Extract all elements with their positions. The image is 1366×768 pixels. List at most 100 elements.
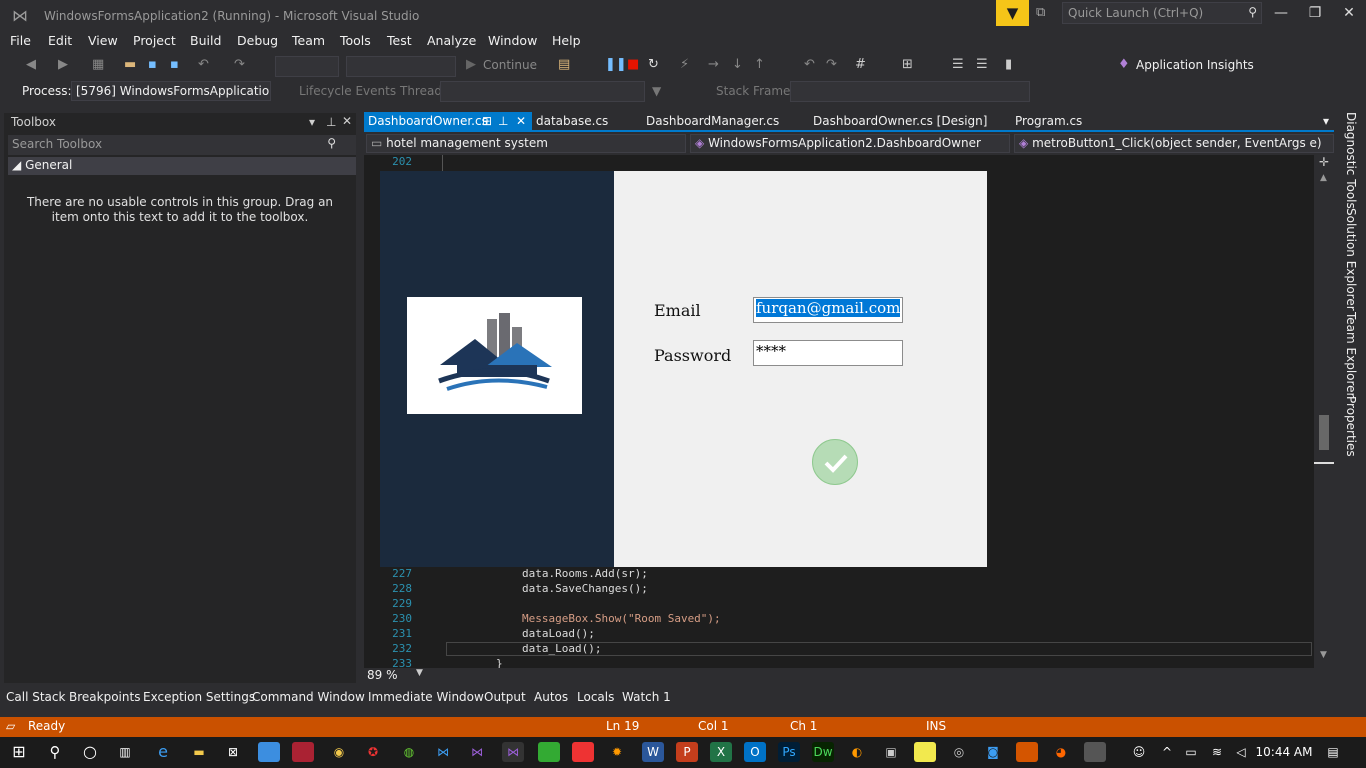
windows-start-icon[interactable]: ⊞ — [8, 742, 30, 762]
chevron-up-icon[interactable]: ^ — [1156, 742, 1178, 762]
tab-dashboardowner-design[interactable]: DashboardOwner.cs [Design] — [809, 112, 991, 132]
powerpoint-icon[interactable]: P — [676, 742, 698, 762]
app-icon[interactable] — [1084, 742, 1106, 762]
store-icon[interactable]: ⊠ — [222, 742, 244, 762]
tab-call-stack[interactable]: Call Stack — [6, 690, 65, 704]
indent-icon[interactable]: ☰ — [952, 57, 964, 72]
bookmark-icon[interactable]: ▮ — [1005, 57, 1012, 72]
filter-icon[interactable]: ▼ — [652, 84, 661, 98]
pin-icon[interactable]: ⊥ — [326, 115, 336, 129]
platform-combo[interactable] — [346, 56, 456, 77]
lifecycle-events-combo[interactable]: Lifecycle Events — [299, 84, 396, 98]
excel-icon[interactable]: X — [710, 742, 732, 762]
app-icon[interactable] — [1016, 742, 1038, 762]
continue-button[interactable]: Continue — [483, 58, 537, 72]
menu-analyze[interactable]: Analyze — [427, 33, 476, 48]
tab-dashboardowner-cs[interactable]: DashboardOwner.cs ⊞ ⊥ ✕ — [364, 112, 532, 132]
feedback-filter-icon[interactable]: ▼ — [996, 0, 1029, 26]
dreamweaver-icon[interactable]: Dw — [812, 742, 834, 762]
action-center-icon[interactable]: ▤ — [1322, 742, 1344, 762]
step-into-icon[interactable]: ↓ — [732, 57, 743, 72]
new-project-icon[interactable]: ▦ — [92, 57, 104, 72]
member-combo[interactable]: ◈ metroButton1_Click(object sender, Even… — [1014, 134, 1334, 153]
undo-icon[interactable]: ↶ — [198, 57, 209, 72]
battery-icon[interactable]: ▭ — [1180, 742, 1202, 762]
keep-open-icon[interactable]: ⊞ — [482, 114, 492, 128]
app-icon[interactable] — [258, 742, 280, 762]
back-icon[interactable]: ◀ — [26, 57, 36, 72]
menu-view[interactable]: View — [88, 33, 118, 48]
tab-breakpoints[interactable]: Breakpoints — [69, 690, 140, 704]
break-all-icon[interactable]: ❚❚ — [605, 57, 627, 72]
hex-icon[interactable]: # — [855, 57, 866, 72]
menu-help[interactable]: Help — [552, 33, 581, 48]
menu-file[interactable]: File — [10, 33, 31, 48]
tab-immediate-window[interactable]: Immediate Window — [368, 690, 484, 704]
tab-solution-explorer[interactable]: Solution Explorer — [1344, 208, 1358, 311]
volume-icon[interactable]: ◁ — [1230, 742, 1252, 762]
app-icon[interactable]: ✹ — [606, 742, 628, 762]
menu-project[interactable]: Project — [133, 33, 176, 48]
restart-icon[interactable]: ↻ — [648, 57, 659, 72]
redo-icon[interactable]: ↷ — [234, 57, 245, 72]
minimize-button[interactable]: — — [1266, 5, 1296, 21]
menu-debug[interactable]: Debug — [237, 33, 278, 48]
tab-locals[interactable]: Locals — [577, 690, 614, 704]
login-button[interactable] — [812, 439, 858, 485]
zoom-level-combo[interactable]: 89 % — [367, 668, 398, 682]
pin-tab-icon[interactable]: ⊥ — [498, 114, 508, 128]
close-tab-icon[interactable]: ✕ — [516, 114, 526, 128]
visual-studio-icon[interactable]: ⋈ — [466, 742, 488, 762]
wifi-icon[interactable]: ≋ — [1206, 742, 1228, 762]
word-icon[interactable]: W — [642, 742, 664, 762]
thread-combo[interactable] — [440, 81, 645, 102]
app-icon[interactable]: ◉ — [328, 742, 350, 762]
save-all-icon[interactable]: ▪ — [170, 57, 179, 72]
step-out-icon[interactable]: ↑ — [754, 57, 765, 72]
hot-reload-icon[interactable]: ⚡ — [680, 57, 689, 72]
nav-back-icon[interactable]: ↶ — [804, 57, 815, 72]
close-button[interactable]: ✕ — [1334, 5, 1364, 21]
configuration-combo[interactable] — [275, 56, 339, 77]
quick-launch-input[interactable]: Quick Launch (Ctrl+Q) ⚲ — [1062, 2, 1262, 24]
menu-test[interactable]: Test — [387, 33, 412, 48]
editor-vertical-scrollbar[interactable]: ✛ ▲ ▼ — [1314, 155, 1334, 668]
stop-debugging-icon[interactable]: ■ — [627, 57, 639, 72]
stack-frame-combo[interactable] — [790, 81, 1030, 102]
tab-diagnostic-tools[interactable]: Diagnostic Tools — [1344, 112, 1358, 209]
outdent-icon[interactable]: ☰ — [976, 57, 988, 72]
application-insights-button[interactable]: Application Insights — [1136, 58, 1254, 72]
photoshop-icon[interactable]: Ps — [778, 742, 800, 762]
people-icon[interactable]: ☺ — [1128, 742, 1150, 762]
chevron-down-icon[interactable]: ▼ — [416, 668, 423, 678]
scroll-up-icon[interactable]: ▲ — [1320, 173, 1327, 183]
app-icon[interactable] — [292, 742, 314, 762]
clock[interactable]: 10:44 AM — [1254, 742, 1314, 762]
toolbox-search-input[interactable]: Search Toolbox ⚲ — [8, 135, 356, 155]
cortana-icon[interactable]: ○ — [79, 742, 101, 762]
app-icon[interactable]: ◐ — [846, 742, 868, 762]
sticky-notes-icon[interactable] — [914, 742, 936, 762]
tab-list-icon[interactable]: ▾ — [1319, 112, 1333, 132]
toolbox-group-general[interactable]: ◢ General — [8, 157, 356, 175]
tab-output[interactable]: Output — [484, 690, 526, 704]
tab-dashboardmanager-cs[interactable]: DashboardManager.cs — [642, 112, 783, 132]
scroll-thumb[interactable] — [1319, 415, 1329, 450]
nav-forward-icon[interactable]: ↷ — [826, 57, 837, 72]
firefox-icon[interactable]: ◕ — [1050, 742, 1072, 762]
dropdown-icon[interactable]: ▾ — [309, 115, 315, 129]
app-icon[interactable] — [572, 742, 594, 762]
vscode-icon[interactable]: ⋈ — [432, 742, 454, 762]
scroll-down-icon[interactable]: ▼ — [1320, 650, 1327, 660]
step-over-icon[interactable]: → — [708, 57, 719, 72]
menu-tools[interactable]: Tools — [340, 33, 371, 48]
visual-studio-active-icon[interactable]: ⋈ — [502, 742, 524, 762]
show-threads-icon[interactable]: ⊞ — [902, 57, 913, 72]
outlook-icon[interactable]: O — [744, 742, 766, 762]
email-field[interactable]: furqan@gmail.com — [753, 297, 903, 323]
menu-team[interactable]: Team — [292, 33, 325, 48]
app-icon[interactable]: ▣ — [880, 742, 902, 762]
maximize-button[interactable]: ❐ — [1300, 5, 1330, 21]
menu-build[interactable]: Build — [190, 33, 221, 48]
tab-team-explorer[interactable]: Team Explorer — [1344, 312, 1358, 398]
